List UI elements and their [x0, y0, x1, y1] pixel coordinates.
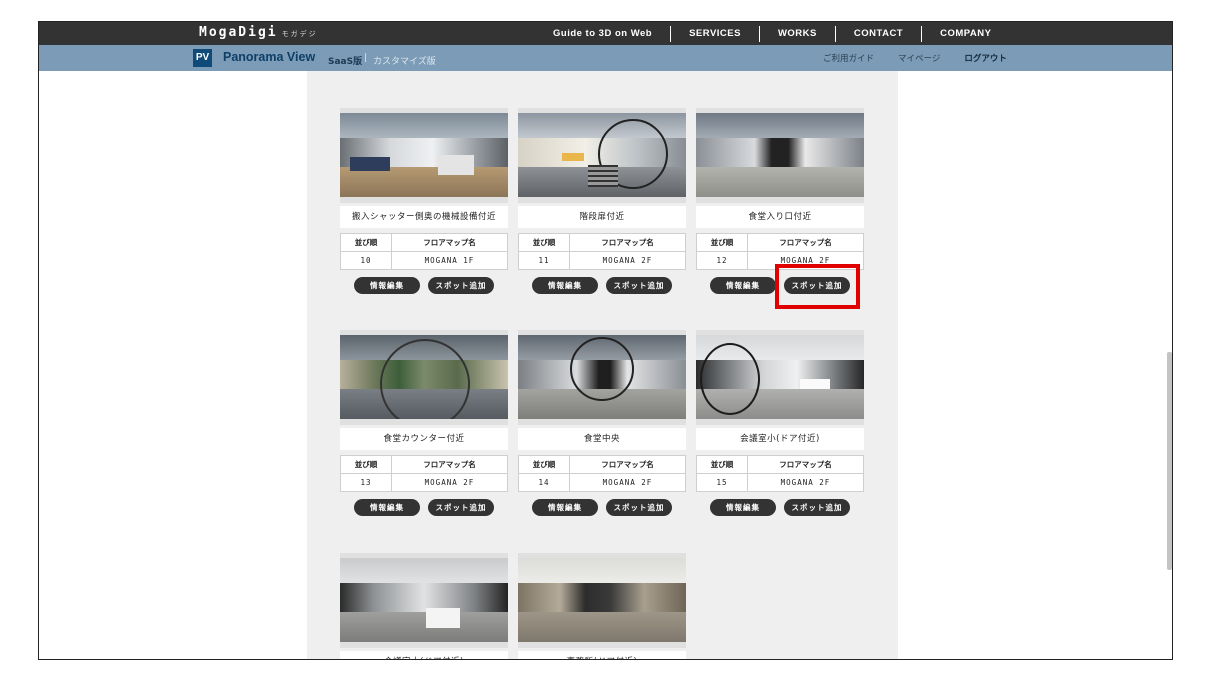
card-info-table: 並び順 フロアマップ名 11 MOGANA 2F: [518, 233, 687, 270]
app-header-bar: PV Panorama View SaaS版 | カスタマイズ版 ご利用ガイド …: [39, 45, 1172, 71]
order-header: 並び順: [696, 455, 748, 474]
pv-logo-badge[interactable]: PV: [193, 49, 212, 67]
panorama-thumbnail[interactable]: [518, 108, 686, 203]
add-spot-button[interactable]: スポット追加: [428, 277, 494, 294]
logo[interactable]: MogaDigi モガデジ: [199, 25, 318, 40]
app-title[interactable]: Panorama View: [223, 50, 315, 64]
floor-map-header: フロアマップ名: [746, 455, 865, 474]
card-info-table: 並び順 フロアマップ名 10 MOGANA 1F: [340, 233, 509, 270]
nav-company[interactable]: COMPANY: [922, 28, 1009, 39]
floor-map-value: MOGANA 2F: [746, 473, 865, 492]
main-nav: Guide to 3D on Web SERVICES WORKS CONTAC…: [535, 22, 1009, 45]
logout-link[interactable]: ログアウト: [952, 52, 1019, 64]
edit-info-button[interactable]: 情報編集: [354, 277, 420, 294]
panorama-thumbnail[interactable]: [696, 108, 864, 203]
order-header: 並び順: [518, 455, 570, 474]
nav-contact[interactable]: CONTACT: [836, 28, 921, 39]
order-value: 10: [340, 251, 392, 270]
card-info-table: 並び順 フロアマップ名 13 MOGANA 2F: [340, 455, 509, 492]
floor-map-header: フロアマップ名: [568, 233, 687, 252]
card-title: 食堂中央: [518, 428, 686, 450]
my-page-link[interactable]: マイページ: [886, 52, 952, 64]
user-nav: ご利用ガイド マイページ ログアウト: [811, 45, 1019, 71]
order-value: 14: [518, 473, 570, 492]
user-guide-link[interactable]: ご利用ガイド: [811, 52, 886, 64]
edit-info-button[interactable]: 情報編集: [532, 499, 598, 516]
panorama-thumbnail[interactable]: [340, 330, 508, 425]
order-value: 13: [340, 473, 392, 492]
floor-map-header: フロアマップ名: [568, 455, 687, 474]
scrollbar-thumb[interactable]: [1167, 352, 1172, 570]
card-title: 階段扉付近: [518, 206, 686, 228]
panorama-thumbnail[interactable]: [696, 330, 864, 425]
nav-works[interactable]: WORKS: [760, 28, 835, 39]
panorama-thumbnail[interactable]: [340, 108, 508, 203]
card-title: 事務所(ドア付近): [518, 651, 686, 659]
logo-subtext: モガデジ: [281, 30, 318, 38]
floor-map-value: MOGANA 2F: [568, 251, 687, 270]
nav-services[interactable]: SERVICES: [671, 28, 759, 39]
add-spot-button[interactable]: スポット追加: [784, 499, 850, 516]
custom-edition-label: カスタマイズ版: [373, 57, 436, 67]
edit-info-button[interactable]: 情報編集: [710, 499, 776, 516]
panorama-thumbnail[interactable]: [518, 553, 686, 648]
add-spot-button[interactable]: スポット追加: [606, 499, 672, 516]
panorama-thumbnail[interactable]: [518, 330, 686, 425]
add-spot-button[interactable]: スポット追加: [606, 277, 672, 294]
floor-map-value: MOGANA 1F: [390, 251, 509, 270]
card-title: 食堂入り口付近: [696, 206, 864, 228]
browser-viewport: MogaDigi モガデジ Guide to 3D on Web SERVICES…: [38, 21, 1173, 660]
card-title: 会議室大(ドア付近): [340, 651, 508, 659]
edition-separator: |: [364, 53, 368, 63]
floor-map-header: フロアマップ名: [390, 455, 509, 474]
saas-edition-label: SaaS版: [328, 57, 363, 67]
order-value: 12: [696, 251, 748, 270]
nav-guide-3d[interactable]: Guide to 3D on Web: [535, 28, 670, 39]
edit-info-button[interactable]: 情報編集: [354, 499, 420, 516]
order-header: 並び順: [340, 233, 392, 252]
top-navigation-bar: MogaDigi モガデジ Guide to 3D on Web SERVICES…: [39, 22, 1172, 45]
edit-info-button[interactable]: 情報編集: [532, 277, 598, 294]
panorama-thumbnail[interactable]: [340, 553, 508, 648]
floor-map-header: フロアマップ名: [746, 233, 865, 252]
card-info-table: 並び順 フロアマップ名 15 MOGANA 2F: [696, 455, 865, 492]
highlight-box: [775, 264, 860, 309]
order-header: 並び順: [696, 233, 748, 252]
order-header: 並び順: [340, 455, 392, 474]
floor-map-value: MOGANA 2F: [568, 473, 687, 492]
order-value: 11: [518, 251, 570, 270]
add-spot-button[interactable]: スポット追加: [428, 499, 494, 516]
order-header: 並び順: [518, 233, 570, 252]
logo-text: MogaDigi: [199, 25, 278, 40]
order-value: 15: [696, 473, 748, 492]
panorama-list: 搬入シャッター側奥の機械設備付近 並び順 フロアマップ名 10 MOGANA 1…: [307, 71, 898, 659]
edit-info-button[interactable]: 情報編集: [710, 277, 776, 294]
card-info-table: 並び順 フロアマップ名 14 MOGANA 2F: [518, 455, 687, 492]
card-title: 食堂カウンター付近: [340, 428, 508, 450]
floor-map-header: フロアマップ名: [390, 233, 509, 252]
card-title: 会議室小(ドア付近): [696, 428, 864, 450]
floor-map-value: MOGANA 2F: [390, 473, 509, 492]
card-title: 搬入シャッター側奥の機械設備付近: [340, 206, 508, 228]
